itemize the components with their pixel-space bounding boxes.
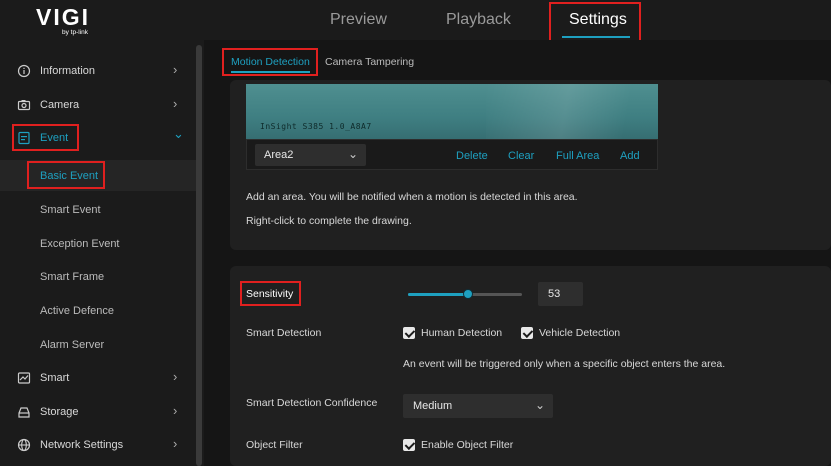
tab-preview[interactable]: Preview [330,10,387,30]
vehicle-detection-checkbox[interactable] [521,327,533,339]
chevron-right-icon: › [173,62,178,77]
chevron-down-icon: ⌄ [173,126,184,141]
logo-subtext: by tp-link [62,29,89,36]
full-area-button[interactable]: Full Area [556,150,599,163]
smart-detection-note: An event will be triggered only when a s… [403,358,726,370]
drawing-hint: Right-click to complete the drawing. [246,215,412,227]
chevron-down-icon: ⌄ [348,147,359,161]
sidebar-item-label: Network Settings [40,439,124,451]
sidebar-item-label: Active Defence [40,305,114,317]
sensitivity-label: Sensitivity [246,288,294,300]
tab-playback[interactable]: Playback [446,10,511,30]
confidence-select[interactable]: Medium ⌄ [403,394,553,418]
confidence-value: Medium [413,400,453,412]
sensitivity-input[interactable]: 53 [538,282,583,306]
confidence-label: Smart Detection Confidence [246,397,378,409]
vehicle-detection-label: Vehicle Detection [539,327,621,339]
chevron-right-icon: › [173,436,178,451]
tab-settings-underline [562,36,630,38]
tab-settings[interactable]: Settings [569,10,627,30]
sidebar-item-label: Smart Event [40,204,101,216]
camera-icon [17,100,31,111]
human-detection-label: Human Detection [421,327,503,339]
storage-icon [18,407,30,418]
globe-icon [17,438,31,452]
object-filter-label: Object Filter [246,439,303,451]
add-button[interactable]: Add [620,150,640,163]
sidebar-item-active-defence[interactable]: Active Defence [0,295,196,327]
sidebar-item-information[interactable]: Information › [0,55,196,87]
sidebar-item-label: Smart Frame [40,271,105,283]
delete-button[interactable]: Delete [456,150,488,163]
sensitivity-value: 53 [548,288,561,300]
sidebar-item-label: Alarm Server [40,339,105,351]
sensitivity-slider-handle[interactable] [463,289,473,299]
sidebar-item-label: Information [40,65,96,77]
area-select[interactable]: Area2 ⌄ [255,144,366,166]
sidebar-item-label: Basic Event [40,170,99,182]
sidebar-item-basic-event[interactable]: Basic Event [0,160,196,191]
clear-button[interactable]: Clear [508,150,534,163]
event-icon [18,131,30,145]
sidebar-item-event[interactable]: Event ⌄ [0,122,196,154]
sidebar-item-exception-event[interactable]: Exception Event [0,228,196,260]
human-detection-checkbox[interactable] [403,327,415,339]
object-filter-checkbox[interactable] [403,439,415,451]
tab-motion-detection[interactable]: Motion Detection [231,55,310,69]
video-scene [486,84,658,139]
video-preview[interactable]: InSight S385 1.0_A8A7 [246,84,658,139]
sidebar-item-storage[interactable]: Storage › [0,396,196,428]
chevron-right-icon: › [173,96,178,111]
smart-detection-label: Smart Detection [246,327,322,339]
sidebar-item-network-settings[interactable]: Network Settings › [0,429,196,461]
sidebar-item-label: Exception Event [40,238,120,250]
chevron-down-icon: ⌄ [535,398,546,412]
tab-camera-tampering[interactable]: Camera Tampering [325,55,414,69]
chevron-right-icon: › [173,369,178,384]
tab-motion-detection-underline [231,71,310,73]
info-icon [17,64,31,78]
chevron-right-icon: › [173,403,178,418]
smart-icon [17,372,31,384]
area-select-value: Area2 [264,149,294,161]
top-bar: VIGI by tp-link Preview Playback Setting… [0,0,831,40]
sidebar-item-smart[interactable]: Smart › [0,362,196,394]
sidebar-item-label: Smart [40,372,70,384]
object-filter-checkbox-label: Enable Object Filter [421,439,514,451]
area-hint: Add an area. You will be notified when a… [246,191,578,203]
sidebar-item-smart-frame[interactable]: Smart Frame [0,261,196,293]
sidebar-item-label: Storage [40,406,79,418]
sidebar-item-label: Camera [40,99,80,111]
vigi-logo: VIGI by tp-link [36,4,100,36]
sidebar-scrollbar[interactable] [196,45,202,466]
logo-text: VIGI [36,4,91,30]
sidebar-item-alarm-server[interactable]: Alarm Server [0,329,196,361]
sidebar-item-camera[interactable]: Camera › [0,89,196,121]
video-osd: InSight S385 1.0_A8A7 [260,122,372,131]
sidebar-item-label: Event [40,132,69,144]
sensitivity-slider-fill [408,293,468,296]
sidebar-item-smart-event[interactable]: Smart Event [0,194,196,226]
